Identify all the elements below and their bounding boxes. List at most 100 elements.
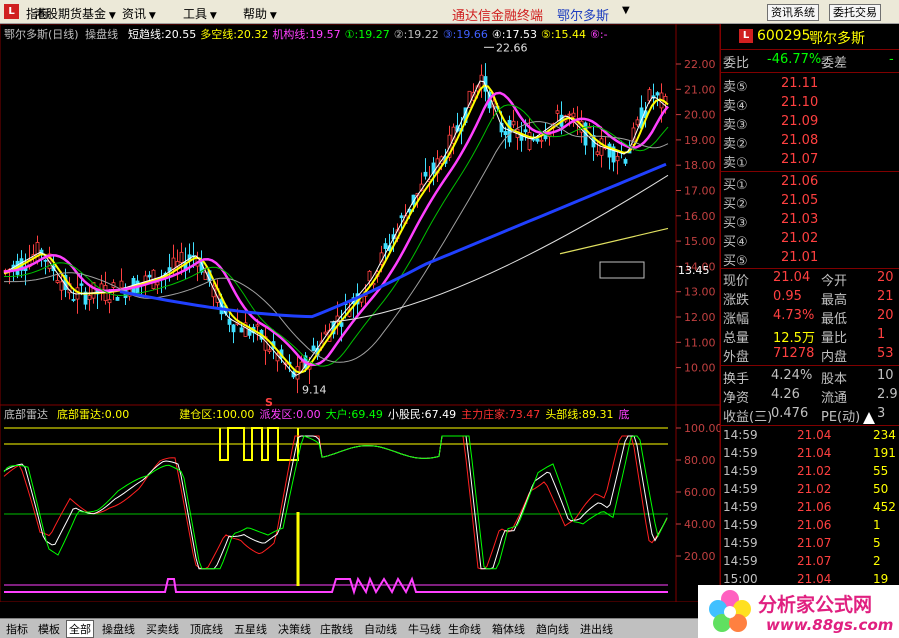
tick-row: 14:59 21.07 5 [721, 536, 899, 555]
candle-body [535, 138, 540, 142]
watermark: 分析家公式网 www.88gs.com [698, 585, 899, 638]
stat-value: 3 [877, 406, 886, 421]
bid-price: 21.03 [781, 212, 819, 227]
ind-tick-label: 80.00 [684, 454, 716, 467]
tick-time: 15:00 [723, 572, 758, 586]
cursor-price-label: 13.45 [678, 264, 710, 277]
tick-volume: 234 [873, 428, 896, 442]
stat-label: 涨跌 [723, 293, 750, 308]
ma-line-4 [329, 174, 669, 323]
menu-item-tools[interactable]: 工具 ▼ [183, 5, 217, 22]
tab-8[interactable]: 庄散线 [318, 621, 355, 637]
tick-price: 21.07 [797, 554, 832, 568]
tick-time: 14:59 [723, 518, 758, 532]
tab-1[interactable]: 模板 [36, 621, 62, 637]
price-tick-label: 18.00 [684, 159, 716, 172]
menu-item-news[interactable]: 资讯 ▼ [122, 5, 156, 22]
flower-logo-icon [709, 590, 751, 632]
indicator-legend-label: 派发区: [259, 407, 296, 421]
tick-price: 21.02 [797, 482, 832, 496]
tab-13[interactable]: 趋向线 [534, 621, 571, 637]
ask-row: 卖⑤ 21.11 [721, 76, 899, 95]
tab-9[interactable]: 自动线 [362, 621, 399, 637]
kline-chart[interactable]: 22.00 21.00 20.00 19.00 18.00 17.00 16.00 15.00… [0, 24, 720, 602]
stat-value: 53 [877, 346, 894, 361]
ma-legend-label: 多空线: [200, 27, 237, 41]
tick-volume: 55 [873, 464, 889, 478]
candle-body [155, 281, 160, 286]
tab-6[interactable]: 五星线 [232, 621, 269, 637]
candle-body [311, 345, 316, 351]
bid-label: 买① [723, 178, 748, 193]
trade-button[interactable]: 委托交易 [829, 4, 881, 21]
bid-price: 21.05 [781, 193, 819, 208]
ind-tick-label: 20.00 [684, 550, 716, 563]
stat-value: 1 [877, 327, 886, 342]
price-tick-label: 15.00 [684, 235, 716, 248]
candle-body [635, 119, 640, 126]
candle-body [399, 215, 404, 219]
candle-body [555, 110, 560, 114]
ask-price: 21.08 [781, 133, 819, 148]
divider [721, 72, 899, 73]
candle-body [423, 171, 428, 177]
stat-value: 0.95 [773, 289, 802, 304]
watermark-title: 分析家公式网 [758, 594, 873, 616]
menu-item-help[interactable]: 帮助 ▼ [243, 5, 277, 22]
stat-value: 20 [877, 270, 894, 285]
price-tick-label: 12.00 [684, 311, 716, 324]
tab-3[interactable]: 操盘线 [100, 621, 137, 637]
tick-row: 14:59 21.07 2 [721, 554, 899, 573]
info-system-button[interactable]: 资讯系统 [767, 4, 819, 21]
candle-body [595, 151, 600, 155]
candle-body [267, 349, 272, 352]
candle-body [383, 243, 388, 249]
indicator-legend-label: 底部雷达: [57, 407, 105, 421]
tab-2[interactable]: 全部 [66, 620, 94, 638]
candle-body [239, 327, 244, 333]
quote-panel: L 600295 鄂尔多斯 委比 -46.77% 委差 - 卖⑤ 21.11 卖④ 21.10 卖③ 2… [720, 24, 899, 602]
tick-row: 14:59 21.02 50 [721, 482, 899, 501]
ma-legend-label: ②: [394, 28, 408, 41]
indicator-legend-label: 底 [619, 407, 630, 421]
indicator-legend-label: 建仓区: [179, 407, 216, 421]
stat-label: 总量 [723, 331, 750, 346]
trading-terminal: L 指标 港股期货基金 ▼ 资讯 ▼ 工具 ▼ 帮助 ▼ 通达信金融终端 鄂尔多… [0, 0, 899, 638]
tab-10[interactable]: 牛马线 [406, 621, 443, 637]
tab-7[interactable]: 决策线 [276, 621, 313, 637]
mouse-cursor-icon [863, 412, 875, 424]
candle-body [55, 280, 60, 283]
indicator-name: 操盘线 [85, 27, 118, 41]
bid-row: 买④ 21.02 [721, 231, 899, 250]
tab-5[interactable]: 顶底线 [188, 621, 225, 637]
stat-value: 10 [877, 368, 894, 383]
candle-body [655, 92, 660, 96]
tab-14[interactable]: 进出线 [578, 621, 615, 637]
low-price-label: 9.14 [302, 383, 327, 396]
ma-legend-label: ①: [345, 28, 359, 41]
tab-4[interactable]: 买卖线 [144, 621, 181, 637]
price-tick-label: 13.00 [684, 286, 716, 299]
tab-11[interactable]: 生命线 [446, 621, 483, 637]
stat-label: 最高 [821, 293, 848, 308]
divider [721, 425, 899, 426]
tab-0[interactable]: 指标 [4, 621, 30, 637]
tab-12[interactable]: 箱体线 [490, 621, 527, 637]
stat2-row: 换手 4.24% 股本 10 [721, 368, 899, 387]
title-dropdown-icon[interactable]: ▼ [622, 5, 630, 16]
indicator-panel-name: 底部雷达 [4, 407, 48, 421]
tick-volume: 452 [873, 500, 896, 514]
ma-line-5 [559, 227, 669, 255]
candle-body [323, 331, 328, 335]
ask-price: 21.10 [781, 95, 819, 110]
stat-label: 换手 [723, 372, 750, 387]
candle-body [79, 283, 84, 286]
ind-tick-label: 100.00 [684, 422, 720, 435]
candle-body [503, 131, 508, 136]
ma-legend-value: 19.22 [407, 28, 439, 41]
candle-body [147, 274, 152, 278]
indicator-legend-label: 主力庄家: [461, 407, 509, 421]
indicator-legend-label: 头部线: [545, 407, 582, 421]
tick-row: 14:59 21.06 452 [721, 500, 899, 519]
menu-item-hk-futures[interactable]: 港股期货基金 ▼ [34, 5, 116, 22]
